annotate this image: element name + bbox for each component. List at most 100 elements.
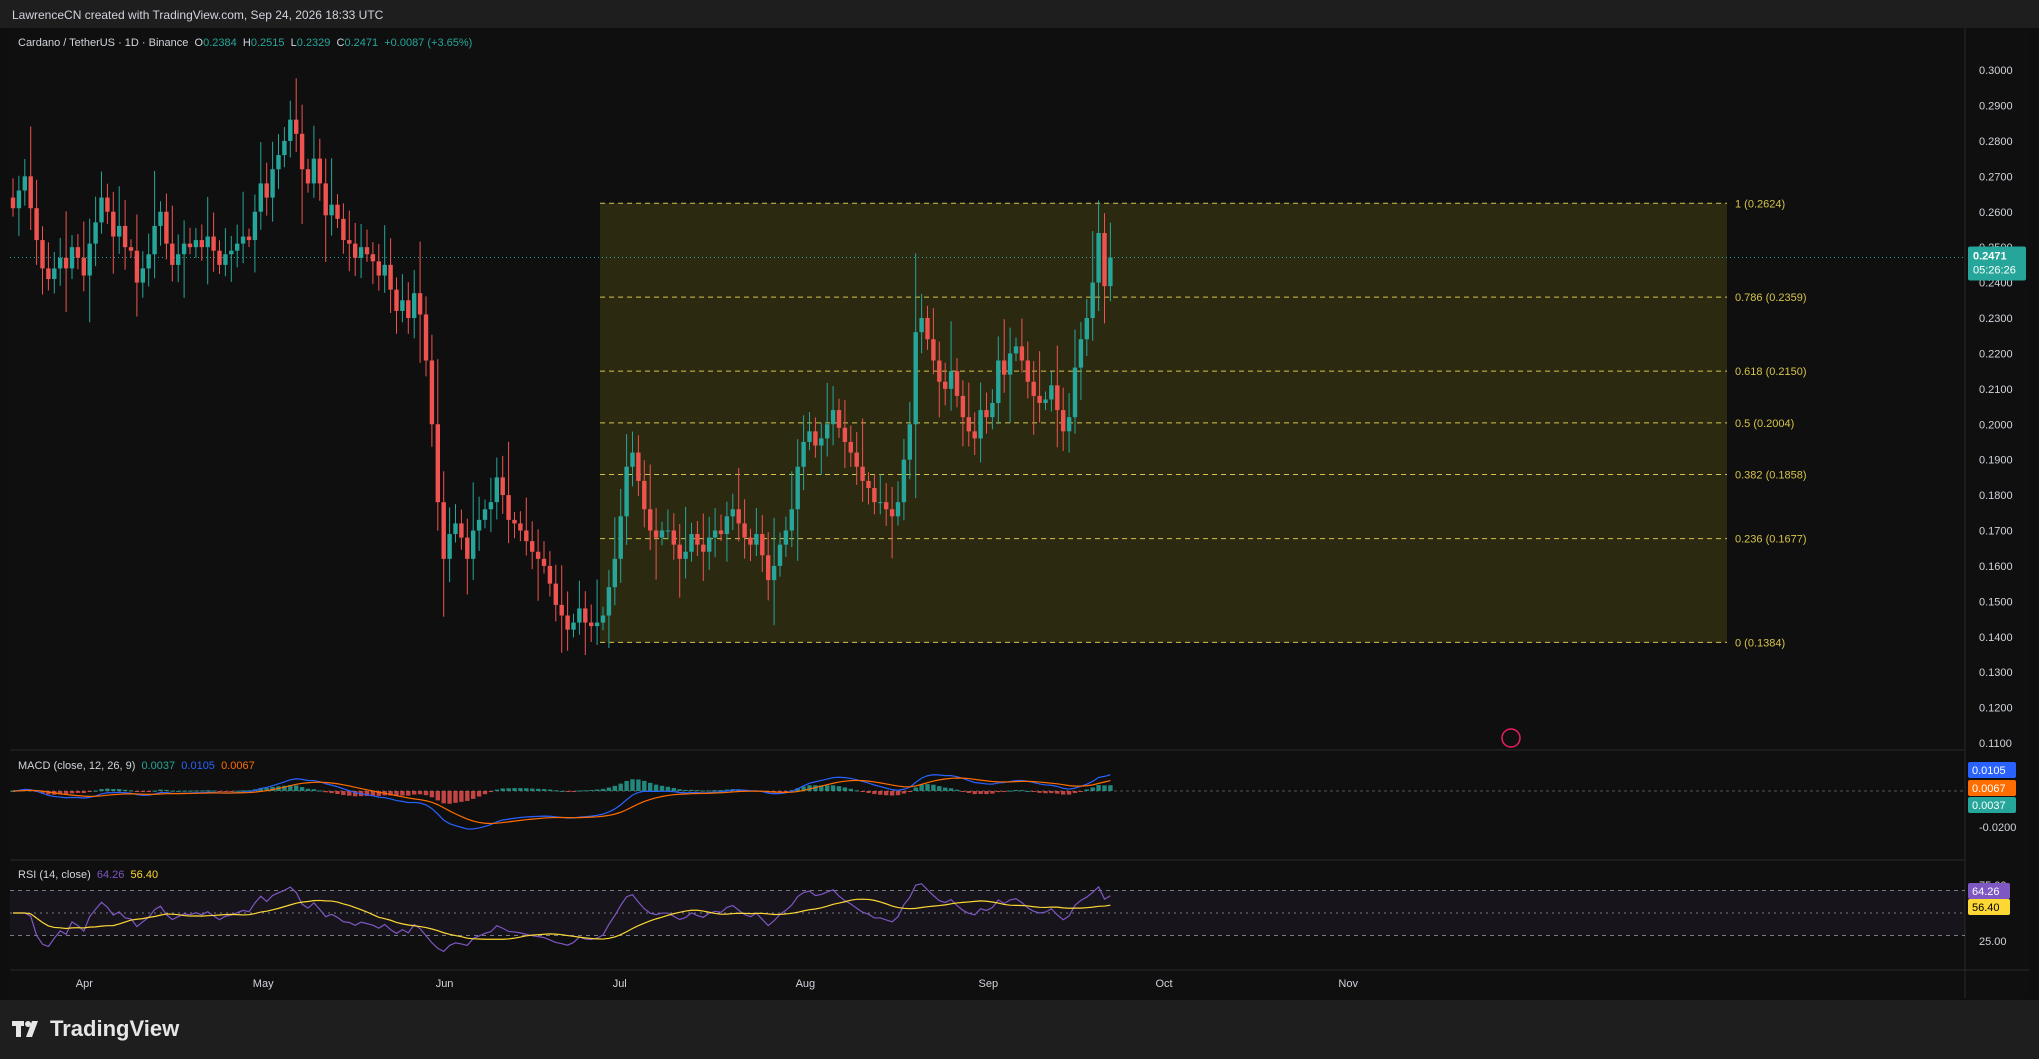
macd-histogram-bar xyxy=(854,790,859,792)
candle-body xyxy=(754,534,759,545)
candle-body xyxy=(1025,360,1030,382)
candle-body xyxy=(506,495,511,520)
candle-body xyxy=(240,236,246,244)
macd-histogram-bar xyxy=(1066,791,1072,795)
change-value: +0.0087 (+3.65%) xyxy=(384,37,473,49)
symbol-name: Cardano / TetherUS · 1D · Binance xyxy=(18,37,189,49)
candle-body xyxy=(258,183,263,212)
macd-tick-label: -0.0200 xyxy=(1979,822,2016,834)
candle-body xyxy=(972,431,977,439)
candle-body xyxy=(1108,257,1113,287)
macd-legend[interactable]: MACD (close, 12, 26, 9) 0.0037 0.0105 0.… xyxy=(18,760,255,772)
macd-histogram-bar xyxy=(913,787,918,791)
chart-frame[interactable]: 0.30000.29000.28000.27000.26000.25000.24… xyxy=(10,28,2029,998)
price-tick-label: 0.2300 xyxy=(1979,313,2013,325)
macd-histogram-bar xyxy=(1072,791,1078,794)
candle-body xyxy=(447,534,452,559)
candle-body xyxy=(311,158,317,184)
candle-body xyxy=(500,477,505,496)
candle-body xyxy=(205,236,210,248)
open-label: O xyxy=(194,37,204,49)
macd-histogram-bar xyxy=(683,789,688,791)
candle-body xyxy=(34,208,39,241)
macd-histogram-bar xyxy=(211,790,216,792)
macd-histogram-bar xyxy=(1002,791,1007,792)
candle-body xyxy=(624,466,629,517)
macd-histogram-bar xyxy=(677,789,682,791)
macd-histogram-bar xyxy=(164,789,169,791)
macd-histogram-bar xyxy=(1043,791,1048,794)
candle-body xyxy=(394,289,399,311)
candle-body xyxy=(689,534,694,552)
candle-body xyxy=(807,431,812,442)
macd-histogram-bar xyxy=(400,791,405,796)
fib-level-label: 0.382 (0.1858) xyxy=(1735,470,1807,482)
candle-body xyxy=(429,360,435,425)
candle-body xyxy=(801,441,806,467)
macd-histogram-bar xyxy=(429,791,435,798)
candle-body xyxy=(553,583,558,605)
macd-histogram-bar xyxy=(341,791,346,796)
tradingview-logo[interactable]: TradingView xyxy=(12,1016,179,1042)
macd-histogram-bar xyxy=(583,790,588,792)
candle-body xyxy=(736,509,741,524)
candle-body xyxy=(40,240,45,269)
candle-body xyxy=(665,530,671,532)
macd-histogram-bar xyxy=(240,790,246,792)
candle-body xyxy=(1013,346,1019,354)
candle-body xyxy=(158,211,163,226)
candle-body xyxy=(246,236,252,241)
macd-histogram-bar xyxy=(695,790,700,792)
candle-body xyxy=(636,452,641,481)
symbol-legend[interactable]: Cardano / TetherUS · 1D · Binance O0.238… xyxy=(18,37,472,49)
candle-body xyxy=(960,395,966,418)
macd-histogram-bar xyxy=(842,787,848,791)
candle-body xyxy=(134,250,140,283)
macd-histogram-bar xyxy=(559,790,564,792)
candle-body xyxy=(211,236,216,251)
rsi-value-label: 56.40 xyxy=(1972,902,2000,914)
macd-histogram-bar xyxy=(1031,791,1036,792)
candle-body xyxy=(683,551,688,559)
macd-histogram-bar xyxy=(518,788,523,791)
macd-histogram-bar xyxy=(305,788,311,791)
macd-histogram-bar xyxy=(1049,791,1054,794)
macd-histogram-bar xyxy=(140,791,145,793)
rsi-legend[interactable]: RSI (14, close) 64.26 56.40 xyxy=(18,869,158,881)
price-tick-label: 0.2700 xyxy=(1979,171,2013,183)
macd-histogram-bar xyxy=(659,785,665,791)
macd-histogram-bar xyxy=(689,789,694,791)
candle-body xyxy=(653,530,659,538)
macd-histogram-bar xyxy=(571,791,576,792)
candle-body xyxy=(105,197,110,212)
candle-body xyxy=(353,243,358,258)
candle-body xyxy=(943,381,948,389)
macd-histogram-bar xyxy=(412,791,417,795)
candle-body xyxy=(1061,410,1066,432)
macd-histogram-bar xyxy=(69,791,75,794)
candle-body xyxy=(795,466,800,510)
macd-histogram-bar xyxy=(217,791,222,792)
candle-body xyxy=(111,211,116,237)
candle-body xyxy=(1007,353,1013,375)
candle-body xyxy=(46,268,51,280)
chart-canvas[interactable]: 0.30000.29000.28000.27000.26000.25000.24… xyxy=(10,28,2029,998)
candle-body xyxy=(990,403,995,418)
attribution-text: LawrenceCN created with TradingView.com,… xyxy=(12,8,384,22)
macd-histogram-bar xyxy=(205,790,210,792)
candle-body xyxy=(217,250,222,265)
candle-body xyxy=(75,247,81,258)
price-tick-label: 0.1400 xyxy=(1979,632,2013,644)
macd-label: MACD (close, 12, 26, 9) xyxy=(18,760,136,772)
macd-histogram-bar xyxy=(901,791,907,794)
rsi-band xyxy=(10,890,1965,936)
time-axis-label: Sep xyxy=(979,978,999,990)
macd-histogram-bar xyxy=(1078,791,1084,792)
price-tick-label: 0.2100 xyxy=(1979,384,2013,396)
macd-histogram-bar xyxy=(642,780,647,791)
candle-body xyxy=(1102,233,1107,287)
macd-histogram-bar xyxy=(624,780,629,791)
candle-body xyxy=(872,488,877,503)
macd-histogram-bar xyxy=(1061,791,1066,795)
candle-body xyxy=(146,254,151,269)
